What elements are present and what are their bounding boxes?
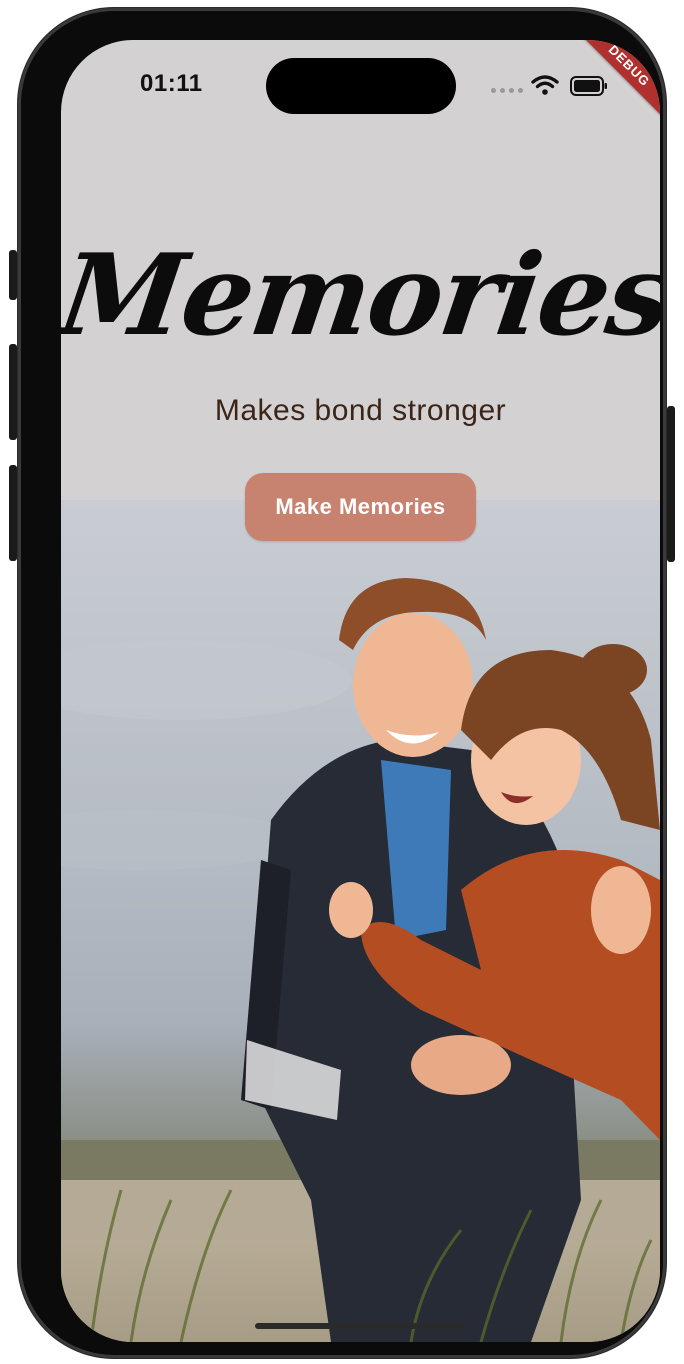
home-indicator[interactable] bbox=[255, 1323, 467, 1329]
wifi-icon bbox=[531, 74, 559, 100]
battery-icon bbox=[570, 76, 608, 100]
app-title: Memories bbox=[61, 230, 660, 361]
couple-photo bbox=[61, 500, 660, 1342]
power-button bbox=[667, 406, 675, 562]
app-subtitle: Makes bond stronger bbox=[214, 394, 507, 427]
phone-frame: 01:11 DEBUG Memories Makes bond stronger… bbox=[18, 8, 666, 1358]
app-screenshot: 01:11 DEBUG Memories Makes bond stronger… bbox=[0, 0, 684, 1364]
dynamic-island bbox=[266, 58, 456, 114]
signal-dots-icon bbox=[491, 88, 523, 93]
app-screen: 01:11 DEBUG Memories Makes bond stronger… bbox=[61, 40, 660, 1342]
volume-down-button bbox=[9, 465, 17, 561]
status-time: 01:11 bbox=[140, 70, 203, 97]
make-memories-button[interactable]: Make Memories bbox=[245, 473, 476, 541]
volume-up-button bbox=[9, 344, 17, 440]
action-button bbox=[9, 250, 17, 300]
